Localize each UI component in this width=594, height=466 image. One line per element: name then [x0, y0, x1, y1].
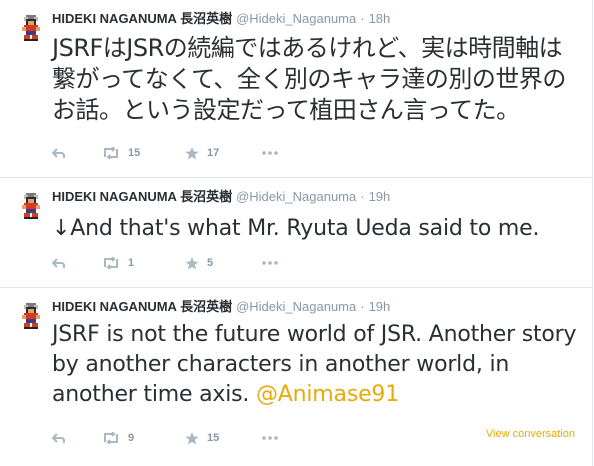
tweet-text: JSRFはJSRの続編ではあるけれど、実は時間軸は繋がってなくて、全く別のキャラ…	[52, 34, 566, 124]
display-name[interactable]: HIDEKI NAGANUMA 長沼英樹	[52, 189, 232, 204]
star-icon	[185, 146, 199, 159]
retweet-count: 1	[128, 257, 135, 269]
tweet-text: ↓And that's what Mr. Ryuta Ueda said to …	[52, 216, 540, 241]
reply-button[interactable]	[52, 145, 65, 161]
more-dots-icon	[262, 151, 278, 155]
username[interactable]: @Hideki_Naganuma	[236, 189, 356, 204]
tweet[interactable]: HIDEKI NAGANUMA 長沼英樹 @Hideki_Naganuma · 18h…	[0, 0, 593, 178]
reply-icon	[52, 432, 65, 443]
separator: ·	[360, 189, 365, 204]
mention-link[interactable]: @Animase91	[256, 382, 399, 407]
favorite-count: 5	[207, 257, 214, 269]
display-name[interactable]: HIDEKI NAGANUMA 長沼英樹	[52, 299, 232, 314]
star-icon	[185, 256, 199, 269]
more-button[interactable]	[262, 255, 278, 271]
favorite-button[interactable]: 17	[185, 145, 219, 161]
tweet-text: JSRF is not the future world of JSR. Ano…	[52, 320, 582, 410]
separator: ·	[360, 11, 365, 26]
more-button[interactable]	[262, 430, 278, 446]
timestamp[interactable]: 19h	[369, 299, 391, 314]
more-button[interactable]	[262, 145, 278, 161]
retweet-button[interactable]: 1	[102, 255, 134, 271]
retweet-icon	[104, 147, 118, 159]
favorite-count: 17	[207, 147, 220, 159]
retweet-icon	[104, 432, 118, 444]
star-icon	[185, 431, 199, 444]
retweet-count: 15	[128, 147, 141, 159]
tweet-header: HIDEKI NAGANUMA 長沼英樹 @Hideki_Naganuma · 19h	[52, 188, 390, 206]
tweet[interactable]: HIDEKI NAGANUMA 長沼英樹 @Hideki_Naganuma · 19h…	[0, 178, 593, 288]
tweet-header: HIDEKI NAGANUMA 長沼英樹 @Hideki_Naganuma · 19h	[52, 298, 390, 316]
favorite-button[interactable]: 15	[185, 430, 219, 446]
favorite-count: 15	[207, 432, 220, 444]
display-name[interactable]: HIDEKI NAGANUMA 長沼英樹	[52, 11, 232, 26]
reply-button[interactable]	[52, 430, 65, 446]
retweet-button[interactable]: 9	[102, 430, 134, 446]
avatar[interactable]	[20, 193, 42, 219]
reply-icon	[52, 147, 65, 158]
favorite-button[interactable]: 5	[185, 255, 213, 271]
avatar[interactable]	[20, 303, 42, 329]
retweet-button[interactable]: 15	[102, 145, 140, 161]
tweet-header: HIDEKI NAGANUMA 長沼英樹 @Hideki_Naganuma · 18h	[52, 10, 390, 28]
username[interactable]: @Hideki_Naganuma	[236, 299, 356, 314]
retweet-icon	[104, 257, 118, 269]
separator: ·	[360, 299, 365, 314]
username[interactable]: @Hideki_Naganuma	[236, 11, 356, 26]
more-dots-icon	[262, 261, 278, 265]
view-conversation-link[interactable]: View conversation	[486, 428, 575, 440]
tweet[interactable]: HIDEKI NAGANUMA 長沼英樹 @Hideki_Naganuma · 19h…	[0, 288, 593, 466]
timestamp[interactable]: 18h	[369, 11, 391, 26]
timeline: HIDEKI NAGANUMA 長沼英樹 @Hideki_Naganuma · 18h…	[0, 0, 594, 466]
reply-icon	[52, 257, 65, 268]
more-dots-icon	[262, 436, 278, 440]
avatar[interactable]	[20, 15, 42, 41]
retweet-count: 9	[128, 432, 135, 444]
reply-button[interactable]	[52, 255, 65, 271]
timestamp[interactable]: 19h	[369, 189, 391, 204]
